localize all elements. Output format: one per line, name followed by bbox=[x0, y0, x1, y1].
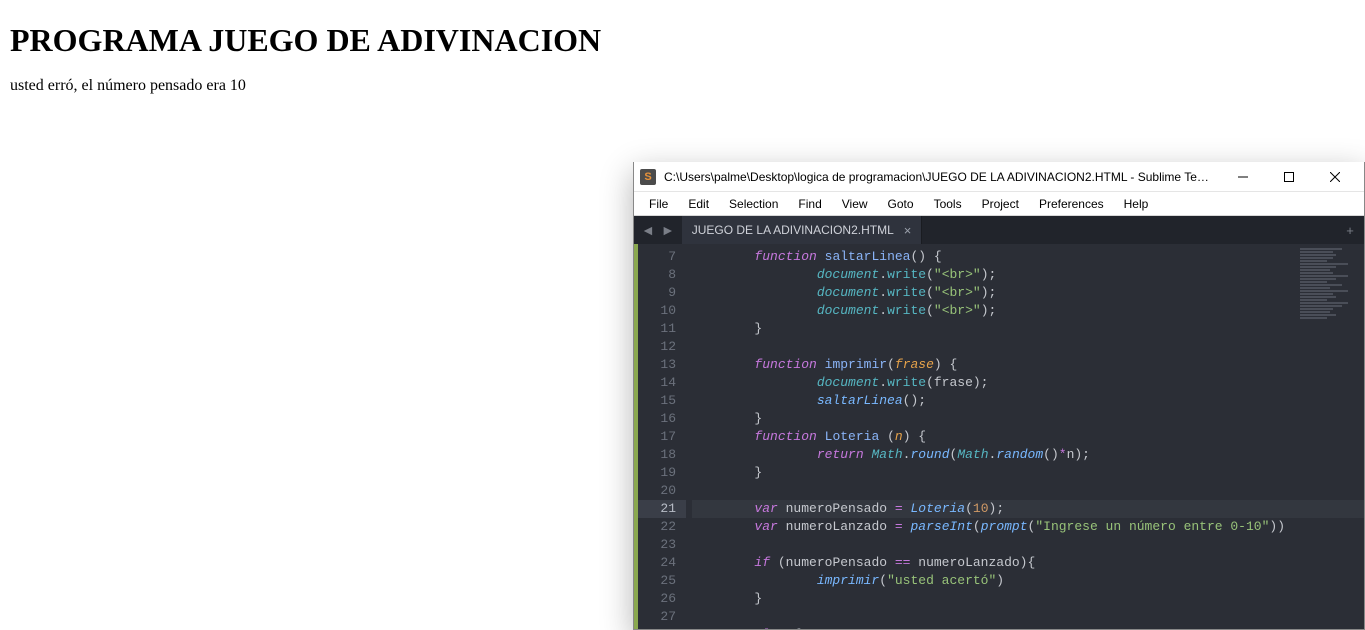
menu-bar: FileEditSelectionFindViewGotoToolsProjec… bbox=[634, 192, 1364, 216]
menu-item-file[interactable]: File bbox=[640, 195, 677, 213]
menu-item-tools[interactable]: Tools bbox=[925, 195, 971, 213]
code-editor[interactable]: 7891011121314151617181920212223242526272… bbox=[634, 244, 1364, 629]
page-message: usted erró, el número pensado era 10 bbox=[10, 77, 1355, 95]
minimize-button[interactable] bbox=[1220, 162, 1266, 192]
close-icon[interactable]: × bbox=[904, 223, 912, 238]
minimap[interactable] bbox=[1300, 248, 1360, 368]
maximize-button[interactable] bbox=[1266, 162, 1312, 192]
menu-item-find[interactable]: Find bbox=[789, 195, 830, 213]
line-number-gutter: 7891011121314151617181920212223242526272… bbox=[638, 244, 686, 629]
tab-label: JUEGO DE LA ADIVINACION2.HTML bbox=[692, 223, 894, 237]
menu-item-help[interactable]: Help bbox=[1115, 195, 1158, 213]
window-controls bbox=[1220, 162, 1358, 192]
menu-item-selection[interactable]: Selection bbox=[720, 195, 787, 213]
browser-output-page: PROGRAMA JUEGO DE ADIVINACION usted erró… bbox=[0, 0, 1365, 105]
tab-prev-icon[interactable]: ◄ bbox=[638, 222, 658, 238]
sublime-text-window: S C:\Users\palme\Desktop\logica de progr… bbox=[633, 162, 1365, 630]
menu-item-project[interactable]: Project bbox=[973, 195, 1028, 213]
menu-item-view[interactable]: View bbox=[833, 195, 877, 213]
window-titlebar[interactable]: S C:\Users\palme\Desktop\logica de progr… bbox=[634, 162, 1364, 192]
tab-next-icon[interactable]: ► bbox=[658, 222, 678, 238]
page-title: PROGRAMA JUEGO DE ADIVINACION bbox=[10, 22, 1355, 59]
file-tab[interactable]: JUEGO DE LA ADIVINACION2.HTML × bbox=[682, 216, 923, 244]
window-title: C:\Users\palme\Desktop\logica de program… bbox=[664, 170, 1212, 184]
new-tab-button[interactable]: + bbox=[1336, 216, 1364, 244]
menu-item-edit[interactable]: Edit bbox=[679, 195, 718, 213]
tab-nav: ◄ ► bbox=[634, 216, 682, 244]
menu-item-preferences[interactable]: Preferences bbox=[1030, 195, 1113, 213]
close-button[interactable] bbox=[1312, 162, 1358, 192]
tab-bar: ◄ ► JUEGO DE LA ADIVINACION2.HTML × + bbox=[634, 216, 1364, 244]
code-area[interactable]: function saltarLinea() { document.write(… bbox=[686, 244, 1364, 629]
sublime-app-icon: S bbox=[640, 169, 656, 185]
menu-item-goto[interactable]: Goto bbox=[879, 195, 923, 213]
